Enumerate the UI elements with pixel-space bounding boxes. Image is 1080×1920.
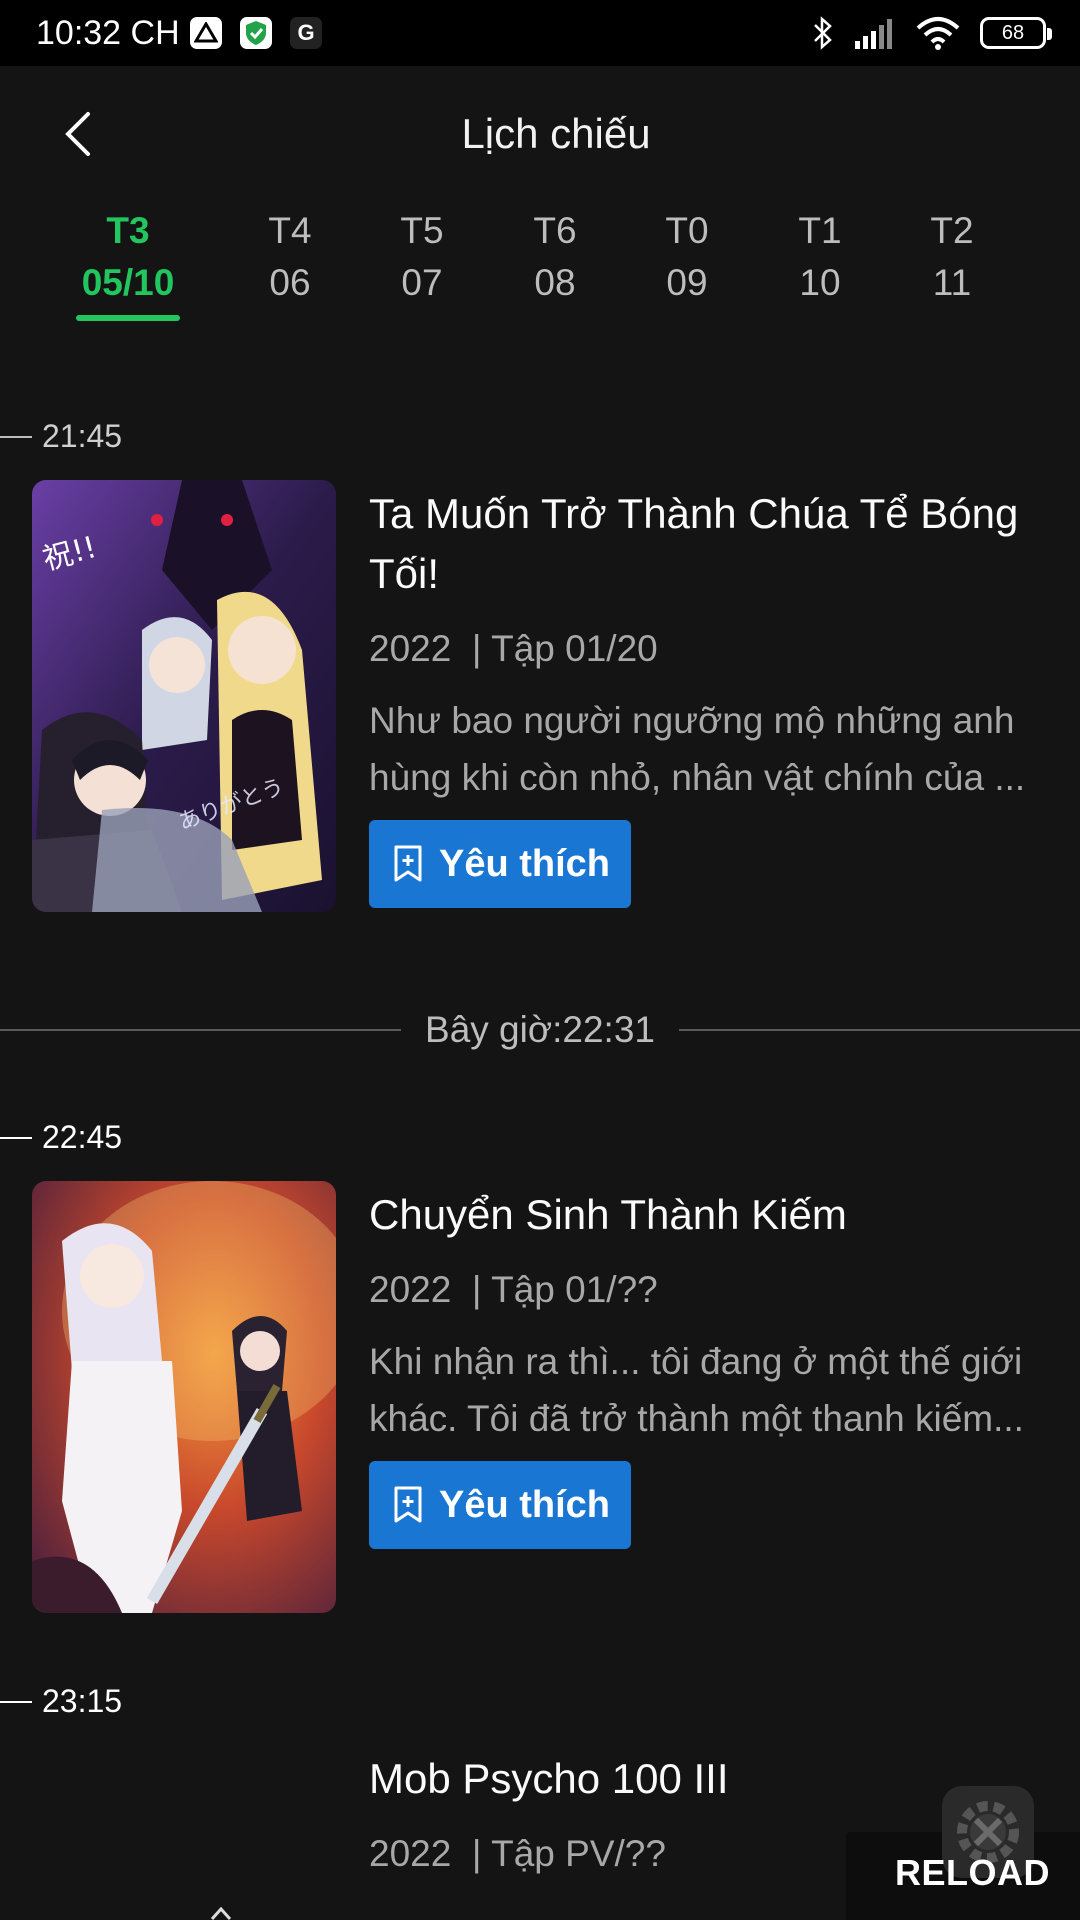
divider-line: [678, 1029, 1080, 1031]
active-tab-indicator: [76, 315, 180, 321]
anime-year: 2022: [369, 1269, 452, 1310]
current-time-label: Bây giờ:22:31: [425, 1009, 655, 1050]
tab-day[interactable]: T5 07: [357, 205, 487, 309]
poster-image[interactable]: 祝!! ありがとう: [32, 480, 336, 912]
tab-day[interactable]: T2 11: [887, 205, 1017, 309]
anime-title[interactable]: Ta Muốn Trở Thành Chúa Tể Bóng Tối!: [369, 484, 1069, 604]
reload-label: RELOAD: [895, 1852, 1050, 1893]
anime-year: 2022: [369, 1833, 452, 1874]
reload-button[interactable]: RELOAD: [890, 1780, 1050, 1920]
time-marker-dash: [0, 1136, 32, 1139]
anime-title[interactable]: Chuyển Sinh Thành Kiếm: [369, 1185, 1069, 1245]
favorite-label: Yêu thích: [439, 1483, 611, 1526]
day-tabs: T3 05/10 T4 06 T5 07 T6 08 T0 09 T1 10 T…: [0, 205, 1080, 325]
tab-day[interactable]: T4 06: [225, 205, 355, 309]
time-label: 23:15: [42, 1683, 123, 1719]
tab-date-label: 08: [534, 262, 576, 303]
anime-episode: | Tập 01/20: [471, 628, 658, 669]
favorite-label: Yêu thích: [439, 842, 611, 885]
anime-description: Như bao người ngưỡng mộ những anh hùng k…: [369, 700, 1026, 798]
tab-date-label: 11: [932, 262, 972, 303]
header: Lịch chiếu: [0, 66, 1080, 206]
time-marker-dash: [0, 1700, 32, 1703]
anime-year: 2022: [369, 628, 452, 669]
tab-date-label: 06: [269, 262, 311, 303]
page-title: Lịch chiếu: [461, 110, 651, 157]
anime-episode: | Tập 01/??: [471, 1269, 658, 1310]
tab-date-label: 05/10: [81, 262, 175, 303]
time-label: 21:45: [42, 418, 123, 454]
loading-indicator-icon: [210, 1906, 232, 1920]
status-bar: 10:32 CH G 68: [0, 0, 1080, 66]
shield-check-icon: [240, 17, 272, 49]
tab-day-label: T1: [798, 210, 842, 251]
anime-info: Ta Muốn Trở Thành Chúa Tể Bóng Tối! 2022…: [369, 480, 1069, 908]
tab-day[interactable]: T3 05/10: [63, 205, 193, 321]
bookmark-add-icon: [394, 845, 422, 882]
time-marker: 21:45: [0, 418, 122, 455]
time-marker: 22:45: [0, 1119, 122, 1156]
drive-icon: [190, 17, 222, 49]
tab-day-label: T6: [533, 210, 577, 251]
anime-description: Khi nhận ra thì... tôi đang ở một thế gi…: [369, 1341, 1024, 1439]
divider-line: [0, 1029, 402, 1031]
tab-day-label: T0: [665, 210, 709, 251]
current-time-divider: Bây giờ:22:31: [0, 1000, 1080, 1060]
tab-day-label: T4: [268, 210, 312, 251]
bookmark-add-icon: [394, 1486, 422, 1523]
battery-icon: 68: [980, 17, 1052, 49]
tab-day[interactable]: T6 08: [490, 205, 620, 309]
tab-day-label: T5: [400, 210, 444, 251]
time-label: 22:45: [42, 1119, 123, 1155]
tab-date-label: 10: [799, 262, 841, 303]
wifi-icon: [916, 17, 960, 50]
status-time: 10:32 CH: [36, 14, 180, 52]
tab-date-label: 09: [666, 262, 708, 303]
anime-meta: 2022 | Tập 01/??: [369, 1269, 1069, 1311]
time-marker: 23:15: [0, 1683, 122, 1720]
time-marker-dash: [0, 435, 32, 438]
tab-date-label: 07: [401, 262, 443, 303]
tab-day-label: T3: [106, 210, 150, 251]
tab-day[interactable]: T0 09: [622, 205, 752, 309]
bluetooth-icon: [814, 16, 832, 50]
favorite-button[interactable]: Yêu thích: [369, 820, 631, 908]
favorite-button[interactable]: Yêu thích: [369, 1461, 631, 1549]
tab-day[interactable]: T1 10: [755, 205, 885, 309]
google-icon: G: [290, 17, 322, 49]
anime-meta: 2022 | Tập 01/20: [369, 628, 1069, 670]
poster-image[interactable]: [32, 1181, 336, 1613]
anime-episode: | Tập PV/??: [471, 1833, 666, 1874]
anime-info: Chuyển Sinh Thành Kiếm 2022 | Tập 01/?? …: [369, 1181, 1069, 1549]
tab-day-label: T2: [930, 210, 974, 251]
signal-icon: [855, 19, 892, 49]
